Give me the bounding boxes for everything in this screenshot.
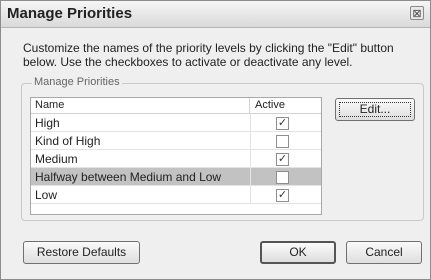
ok-label: OK [289, 245, 307, 259]
manage-priorities-dialog: Manage Priorities ⊠ Customize the names … [0, 0, 431, 280]
group-label: Manage Priorities [32, 76, 122, 88]
priority-name: Medium [35, 152, 78, 166]
dialog-title: Manage Priorities [7, 5, 133, 22]
close-button[interactable]: ⊠ [410, 6, 424, 20]
active-checkbox[interactable]: ✓ [276, 117, 289, 130]
column-divider [250, 132, 251, 150]
active-checkbox[interactable]: ✓ [276, 189, 289, 202]
title-bar: Manage Priorities ⊠ [1, 1, 430, 28]
column-header-name[interactable]: Name [31, 98, 250, 114]
active-checkbox[interactable] [276, 171, 289, 184]
cancel-button[interactable]: Cancel [346, 241, 422, 264]
instructions-text: Customize the names of the priority leve… [23, 41, 394, 69]
active-checkbox[interactable] [276, 135, 289, 148]
ok-button[interactable]: OK [260, 241, 336, 264]
priority-name: Kind of High [35, 134, 101, 148]
column-divider [250, 186, 251, 204]
close-icon: ⊠ [412, 8, 422, 20]
priority-row-kind-of-high[interactable]: Kind of High [31, 132, 321, 150]
priority-row-low[interactable]: Low ✓ [31, 186, 321, 204]
checkmark-icon: ✓ [277, 189, 288, 201]
column-divider [250, 114, 251, 132]
priority-name: Low [35, 188, 58, 202]
priorities-list[interactable]: Name Active High ✓ Kind of High Medium ✓… [30, 97, 322, 215]
column-divider [250, 150, 251, 168]
priority-name: High [35, 116, 60, 130]
checkmark-icon: ✓ [277, 117, 288, 129]
priority-row-medium[interactable]: Medium ✓ [31, 150, 321, 168]
edit-button[interactable]: Edit... [335, 98, 415, 121]
priority-row-halfway[interactable]: Halfway between Medium and Low [31, 168, 321, 186]
checkmark-icon: ✓ [277, 153, 288, 165]
restore-defaults-label: Restore Defaults [36, 245, 127, 259]
cancel-label: Cancel [365, 245, 403, 259]
column-header-active[interactable]: Active [250, 98, 321, 114]
active-checkbox[interactable]: ✓ [276, 153, 289, 166]
focus-rectangle [339, 102, 411, 117]
column-divider [250, 168, 251, 186]
priority-row-high[interactable]: High ✓ [31, 114, 321, 132]
priority-name: Halfway between Medium and Low [35, 170, 222, 184]
restore-defaults-button[interactable]: Restore Defaults [23, 241, 140, 264]
